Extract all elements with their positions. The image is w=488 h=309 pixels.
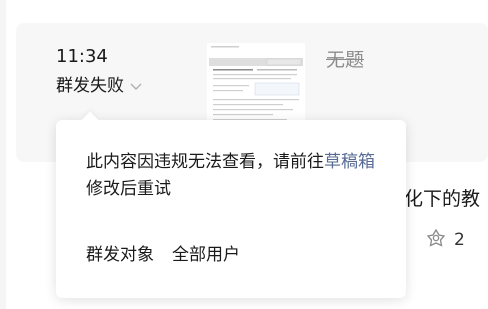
- chevron-down-icon[interactable]: [128, 78, 144, 94]
- failure-message-text: 此内容因违规无法查看，请前往: [86, 152, 324, 172]
- mass-send-target: 群发对象 全部用户: [86, 243, 240, 267]
- failure-popover: 此内容因违规无法查看，请前往草稿箱修改后重试 群发对象 全部用户: [56, 111, 406, 298]
- page: 11:34 群发失败 无题 化下的教 2 此内容因违规无法查看，请前往草稿箱修改…: [0, 0, 488, 309]
- article-thumbnail[interactable]: [207, 43, 305, 127]
- publish-time: 11:34: [56, 46, 108, 67]
- target-value: 全部用户: [172, 245, 240, 265]
- status-toggle[interactable]: 群发失败: [56, 75, 144, 97]
- target-label: 群发对象: [86, 245, 154, 265]
- failure-message: 此内容因违规无法查看，请前往草稿箱修改后重试: [86, 149, 382, 203]
- status-text: 群发失败: [56, 76, 124, 96]
- share-flower-icon: [426, 228, 446, 252]
- share-count[interactable]: 2: [426, 228, 465, 252]
- share-count-value: 2: [454, 230, 465, 250]
- left-rail: [0, 0, 6, 309]
- drafts-link[interactable]: 草稿箱: [324, 152, 375, 172]
- next-article-title[interactable]: 化下的教: [404, 187, 480, 211]
- failure-message-tail: 修改后重试: [86, 179, 171, 199]
- article-title[interactable]: 无题: [326, 48, 364, 72]
